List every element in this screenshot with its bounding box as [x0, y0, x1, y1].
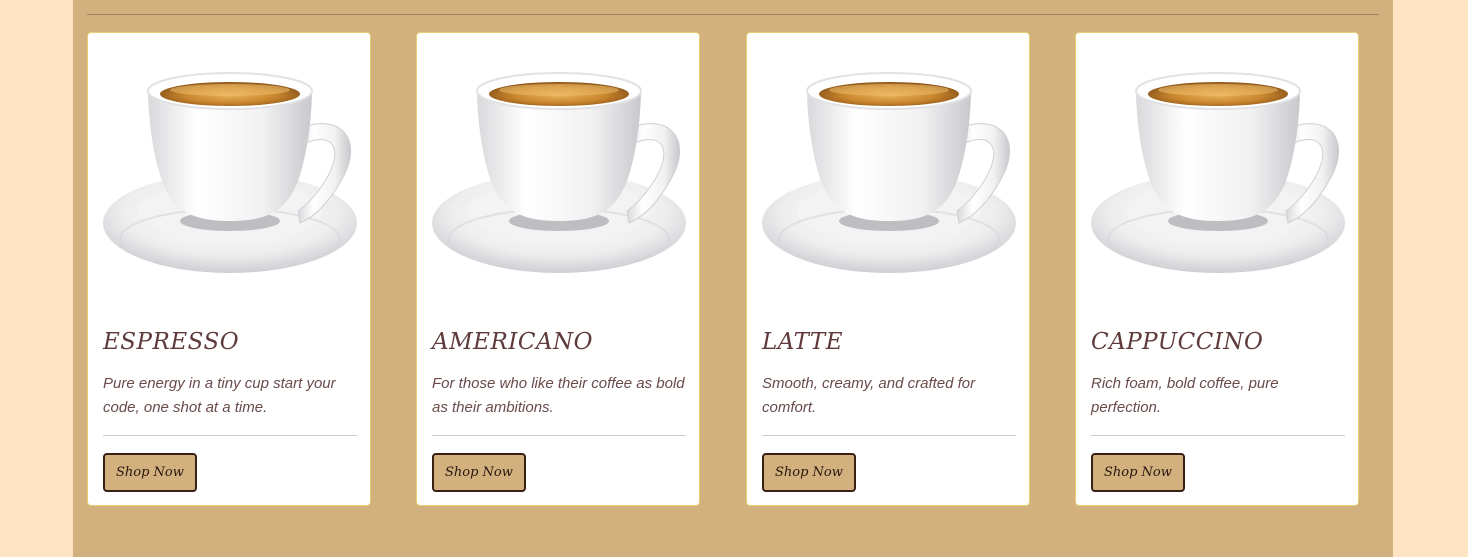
product-card-americano: AMERICANO For those who like their coffe…: [416, 32, 700, 506]
product-card-espresso: ESPRESSO Pure energy in a tiny cup start…: [87, 32, 371, 506]
card-divider: [432, 435, 686, 436]
product-card-cappuccino: CAPPUCCINO Rich foam, bold coffee, pure …: [1075, 32, 1359, 506]
card-divider: [1091, 435, 1345, 436]
products-section: ESPRESSO Pure energy in a tiny cup start…: [73, 0, 1393, 557]
product-description: For those who like their coffee as bold …: [432, 375, 685, 416]
product-title: LATTE: [762, 329, 844, 355]
product-title: ESPRESSO: [103, 329, 240, 355]
product-title: AMERICANO: [432, 329, 594, 355]
coffee-cup-image: [1090, 71, 1348, 287]
card-divider: [103, 435, 357, 436]
shop-now-button[interactable]: Shop Now: [762, 453, 856, 492]
product-description: Rich foam, bold coffee, pure perfection.: [1091, 375, 1279, 416]
product-card-latte: LATTE Smooth, creamy, and crafted for co…: [746, 32, 1030, 506]
shop-now-button[interactable]: Shop Now: [103, 453, 197, 492]
shop-now-button[interactable]: Shop Now: [432, 453, 526, 492]
shop-now-button[interactable]: Shop Now: [1091, 453, 1185, 492]
coffee-cup-image: [761, 71, 1019, 287]
product-description: Pure energy in a tiny cup start your cod…: [103, 375, 336, 416]
product-title: CAPPUCCINO: [1091, 329, 1264, 355]
product-description: Smooth, creamy, and crafted for comfort.: [762, 375, 976, 416]
card-divider: [762, 435, 1016, 436]
coffee-cup-image: [102, 71, 360, 287]
section-divider: [87, 14, 1379, 15]
coffee-cup-image: [431, 71, 689, 287]
